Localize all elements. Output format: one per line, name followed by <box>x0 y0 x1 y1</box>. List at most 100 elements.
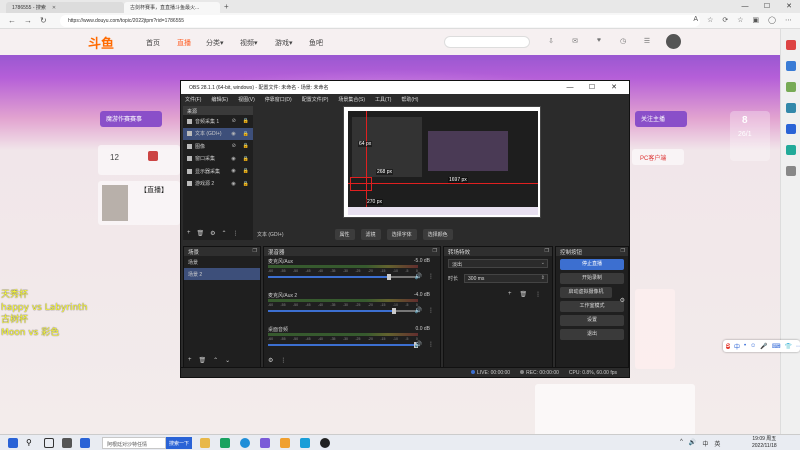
undock-icon[interactable]: ❐ <box>433 248 437 254</box>
browser-tab-active[interactable]: 古剑杯赛事，直直播斗鱼最火... <box>124 2 220 13</box>
sidebar-drop-icon[interactable] <box>785 145 796 155</box>
select-font-button[interactable]: 选择字体 <box>386 228 417 240</box>
lock-icon[interactable]: 🔒 <box>243 131 249 137</box>
undock-icon[interactable]: ❐ <box>621 248 625 254</box>
nav-video[interactable]: 视频▾ <box>240 38 258 48</box>
exit-button[interactable]: 退出 <box>560 329 624 340</box>
event-pill[interactable]: 魔游作赛赛事 <box>100 111 162 127</box>
menu-help[interactable]: 帮助(H) <box>401 96 418 103</box>
obs-minimize-button[interactable]: — <box>559 81 581 94</box>
ime-voice-icon[interactable]: 🎤 <box>760 343 767 350</box>
ime-keyboard-icon[interactable]: ⌨ <box>772 343 781 350</box>
url-field[interactable]: https://www.douyu.com/topic/2022jtpm?rid… <box>60 15 700 27</box>
stepper-icon[interactable]: ⇕ <box>541 275 545 281</box>
move-up-icon[interactable]: ⌃ <box>222 230 227 237</box>
scene-item-selected[interactable]: 场景 2 <box>184 268 260 280</box>
nav-live[interactable]: 直播 <box>177 38 191 48</box>
sidebar-office-icon[interactable] <box>785 103 796 113</box>
close-icon[interactable]: ✕ <box>52 5 56 11</box>
source-item[interactable]: 游戏源 2 ◉ 🔒 <box>183 178 253 191</box>
studio-mode-button[interactable]: 工作室模式 <box>560 301 624 312</box>
source-item[interactable]: 显示器采集 ◉ 🔒 <box>183 165 253 178</box>
sidebar-outlook-icon[interactable] <box>785 124 796 134</box>
menu-file[interactable]: 文件(F) <box>185 96 201 103</box>
menu-docks[interactable]: 停靠窗口(D) <box>265 96 292 103</box>
gift-icon[interactable] <box>148 151 158 161</box>
select-color-button[interactable]: 选择颜色 <box>422 228 453 240</box>
nav-home[interactable]: 首页 <box>146 38 160 48</box>
new-tab-icon[interactable]: + <box>224 2 229 11</box>
taskbar-search-button[interactable]: 搜索一下 <box>166 437 192 449</box>
menu-tools[interactable]: 工具(T) <box>375 96 391 103</box>
obs-icon[interactable] <box>320 438 330 448</box>
start-icon[interactable] <box>8 438 18 448</box>
volume-knob[interactable] <box>391 308 396 314</box>
lock-icon[interactable]: 🔒 <box>243 118 249 124</box>
widgets-icon[interactable] <box>62 438 72 448</box>
ime-language-icon[interactable]: 中 <box>734 342 740 351</box>
volume-knob[interactable] <box>387 274 391 280</box>
site-logo[interactable]: 斗鱼 <box>88 33 114 52</box>
move-up-icon[interactable]: ⌃ <box>213 357 218 364</box>
tray-expand-icon[interactable]: ^ <box>680 439 683 448</box>
eye-icon[interactable]: ◉ <box>231 181 235 187</box>
source-item-selected[interactable]: 文本 (GDI+) ◉ 🔒 <box>183 127 253 140</box>
app-icon[interactable] <box>300 438 310 448</box>
user-avatar[interactable] <box>666 34 681 49</box>
site-search-input[interactable] <box>444 36 530 48</box>
add-transition-icon[interactable]: + <box>508 291 512 298</box>
settings-button[interactable]: 设置 <box>560 315 624 326</box>
store-icon[interactable] <box>80 438 90 448</box>
refresh-icon[interactable]: ⟳ <box>722 16 728 24</box>
reload-icon[interactable]: ↻ <box>40 16 47 25</box>
search-icon[interactable]: ⚲ <box>26 438 36 448</box>
source-settings-icon[interactable]: ⚙ <box>210 230 215 237</box>
follow-icon[interactable]: ♥ <box>592 37 606 45</box>
lock-icon[interactable]: 🔒 <box>243 181 249 187</box>
ime-logo[interactable]: S <box>726 343 731 349</box>
more-icon[interactable]: ⋮ <box>280 357 286 364</box>
forward-icon[interactable]: → <box>24 16 32 25</box>
lock-icon[interactable]: 🔒 <box>243 168 249 174</box>
history-icon[interactable]: ◷ <box>616 37 630 45</box>
speaker-icon[interactable]: 🔊 <box>415 341 422 348</box>
message-icon[interactable]: ✉ <box>568 37 582 45</box>
ime-punct-icon[interactable]: • <box>744 343 746 349</box>
undock-icon[interactable]: ❐ <box>545 248 549 254</box>
minimize-button[interactable]: — <box>734 0 756 13</box>
edge-icon[interactable] <box>240 438 250 448</box>
add-source-icon[interactable]: + <box>187 230 191 237</box>
eye-icon[interactable]: ◉ <box>231 156 235 162</box>
back-icon[interactable]: ← <box>8 16 16 25</box>
menu-scene-collection[interactable]: 场景集合(S) <box>338 96 365 103</box>
lock-icon[interactable]: 🔒 <box>243 156 249 162</box>
transition-select[interactable]: 淡出 ⌄ <box>448 259 548 268</box>
download-icon[interactable]: ⇩ <box>544 37 558 45</box>
menu-profile[interactable]: 配置文件(P) <box>302 96 329 103</box>
taskbar-clock[interactable]: 19:09 周五 2022/11/18 <box>752 436 777 449</box>
source-item[interactable]: 窗口采集 ◉ 🔒 <box>183 153 253 166</box>
channel-menu-icon[interactable]: ⋮ <box>428 273 434 280</box>
channel-menu-icon[interactable]: ⋮ <box>428 341 434 348</box>
move-down-icon[interactable]: ⌄ <box>225 357 230 364</box>
lang-indicator[interactable]: 英 <box>714 439 720 448</box>
sidebar-games-icon[interactable] <box>785 82 796 92</box>
speaker-icon[interactable]: 🔊 <box>415 307 422 314</box>
mixer-settings-icon[interactable]: ⚙ <box>268 357 273 364</box>
duration-input[interactable]: 300 ms ⇕ <box>464 274 548 283</box>
filters-button[interactable]: 滤镜 <box>360 228 381 240</box>
sidebar-add-icon[interactable] <box>785 166 796 176</box>
visibility-off-icon[interactable]: ⊘ <box>232 118 236 124</box>
taskbar-search-input[interactable]: 阿根廷对沙特任情 <box>102 437 166 449</box>
virtual-camera-settings-icon[interactable]: ⚙ <box>620 297 625 304</box>
read-aloud-icon[interactable]: A <box>693 16 698 24</box>
more-icon[interactable]: ⋯ <box>785 16 792 24</box>
favorites-icon[interactable]: ☆ <box>737 16 743 24</box>
properties-button[interactable]: 属性 <box>334 228 355 240</box>
nav-game[interactable]: 游戏▾ <box>275 38 293 48</box>
wechat-icon[interactable] <box>220 438 230 448</box>
nav-category[interactable]: 分类▾ <box>206 38 224 48</box>
remove-transition-icon[interactable]: 🗑 <box>520 291 528 298</box>
channel-menu-icon[interactable]: ⋮ <box>428 307 434 314</box>
scene-item[interactable]: 场景 <box>184 256 260 268</box>
